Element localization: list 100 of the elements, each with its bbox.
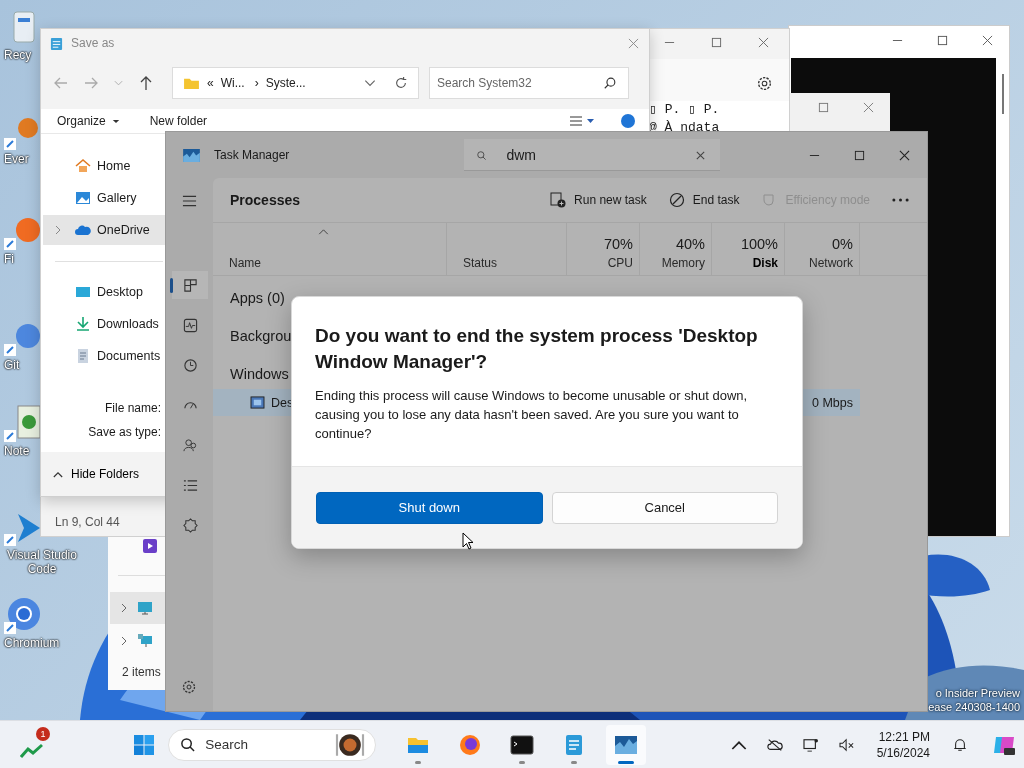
navigation-item[interactable]: Desktop [43,277,165,307]
video-folder-icon [142,538,158,554]
clock-date[interactable]: 5/16/2024 [876,744,930,761]
chevron-up-icon [53,470,63,478]
chevron-icon[interactable] [120,602,128,614]
page-tab[interactable] [172,271,208,299]
close-icon[interactable] [899,149,910,161]
navigation-item[interactable]: Gallery [43,183,165,213]
shortcut-icon[interactable] [2,596,40,636]
text-line: ▯ P. ▯ P. [649,101,721,119]
caret-icon [111,118,120,124]
shortcut-label: Ever [3,152,29,166]
download-icon [75,316,91,332]
settings-icon[interactable] [181,679,197,695]
gallery-icon [75,190,91,206]
group-heading: Windows [230,365,289,384]
column-header[interactable]: 0% Network [785,223,860,275]
documents-icon [75,348,91,364]
column-header[interactable]: Name [213,223,447,275]
close-icon[interactable] [863,102,874,113]
notification-badge: 1 [36,726,50,741]
chevron-icon[interactable] [120,635,128,647]
column-header[interactable]: 70% CPU [567,223,640,275]
network-icon[interactable] [802,737,819,752]
column-header[interactable]: 40% Memory [640,223,712,275]
cloud-offline-icon[interactable] [766,737,783,752]
search-field[interactable]: dwm [464,139,721,171]
run-task-icon [550,192,567,208]
search-icon [603,76,617,90]
close-icon[interactable] [758,37,769,48]
navigation-item[interactable]: Downloads [43,309,165,339]
page-title: Processes [230,192,301,208]
confirm-button[interactable]: Shut down [316,491,543,524]
navigation-item[interactable]: OneDrive [43,215,165,245]
stock-chart-icon[interactable] [20,742,44,759]
close-icon[interactable] [982,35,993,46]
refresh-icon[interactable] [394,76,408,90]
shortcut-label: Recy [3,48,32,62]
performance-icon [182,317,198,333]
column-header[interactable]: 100% Disk [712,223,785,275]
maximize-icon[interactable] [711,37,722,48]
search-icon [180,736,196,752]
breadcrumb-item[interactable]: « [207,76,214,90]
toolbar-button[interactable]: End task [668,190,740,210]
cursor-position: Ln 9, Col 44 [55,515,120,529]
shortcut-icon[interactable] [2,404,40,444]
maximize-icon[interactable] [818,102,829,113]
menu-icon[interactable] [182,195,197,207]
navigation-item[interactable]: Documents [43,341,165,371]
cancel-button[interactable]: Cancel [551,491,778,524]
close-icon[interactable] [628,37,639,49]
breadcrumb-item[interactable]: Wi... [220,76,245,90]
column-header[interactable]: Status [447,223,567,275]
end-task-icon [668,192,685,208]
chevron-icon[interactable] [54,224,62,236]
shortcut-label: Note [3,444,30,458]
shortcut-label: Fi [3,252,14,266]
field-label: Save as type: [88,425,161,439]
new-folder-button[interactable]: New folder [143,112,214,130]
breadcrumb-item[interactable]: Syste... [265,76,306,90]
scrollbar-thumb[interactable] [1002,74,1004,114]
dialog-title: Do you want to end the system process 'Desktop Window Manager'? [315,324,759,374]
search-field[interactable]: Search System32 [429,67,629,99]
group-heading: Backgrou [230,327,292,346]
navigation-item[interactable]: Home [43,151,165,181]
users-icon [182,437,198,453]
settings-icon[interactable] [756,75,773,92]
home-icon [75,158,91,174]
notification-bell-icon[interactable] [952,737,968,752]
search-field[interactable]: Search [168,728,377,761]
field-label: File name: [104,401,161,415]
shortcut-label: Chromium [3,636,60,650]
window-title: Task Manager [214,148,290,162]
processes-icon [182,277,198,293]
maximize-icon[interactable] [854,149,865,161]
more-icon[interactable] [892,198,909,202]
taskbar-button[interactable] [606,724,647,765]
breadcrumb-item[interactable]: › [254,76,259,90]
window-icon [250,396,265,409]
browser-icon [458,732,483,757]
folder-icon [183,76,200,90]
notepad-icon [50,35,63,51]
item-count: 2 items [122,665,161,679]
toolbar-button[interactable]: Run new task [550,190,647,210]
address-bar[interactable]: « Wi... › Syste... [172,67,419,99]
dialog-message: Ending this process will cause Windows to become unusable or shut down, causing you to lose any data hasn't been saved. Are you sure you want to continue? [315,387,749,443]
group-heading: Apps (0) [230,289,285,308]
clock-time[interactable]: 12:21 PM [878,728,930,745]
view-options-icon[interactable] [569,115,595,127]
terminal-icon [510,732,535,757]
start-button[interactable] [134,734,155,755]
monitor-icon [136,600,154,616]
maximize-icon[interactable] [937,35,948,46]
volume-muted-icon[interactable] [838,737,855,752]
organize-button[interactable]: Organize [51,112,126,130]
clear-icon[interactable] [695,150,707,161]
search-icon [476,150,488,161]
desktop-icon [75,284,91,300]
task-manager-icon [183,148,200,162]
up-arrow-icon[interactable] [138,75,154,91]
